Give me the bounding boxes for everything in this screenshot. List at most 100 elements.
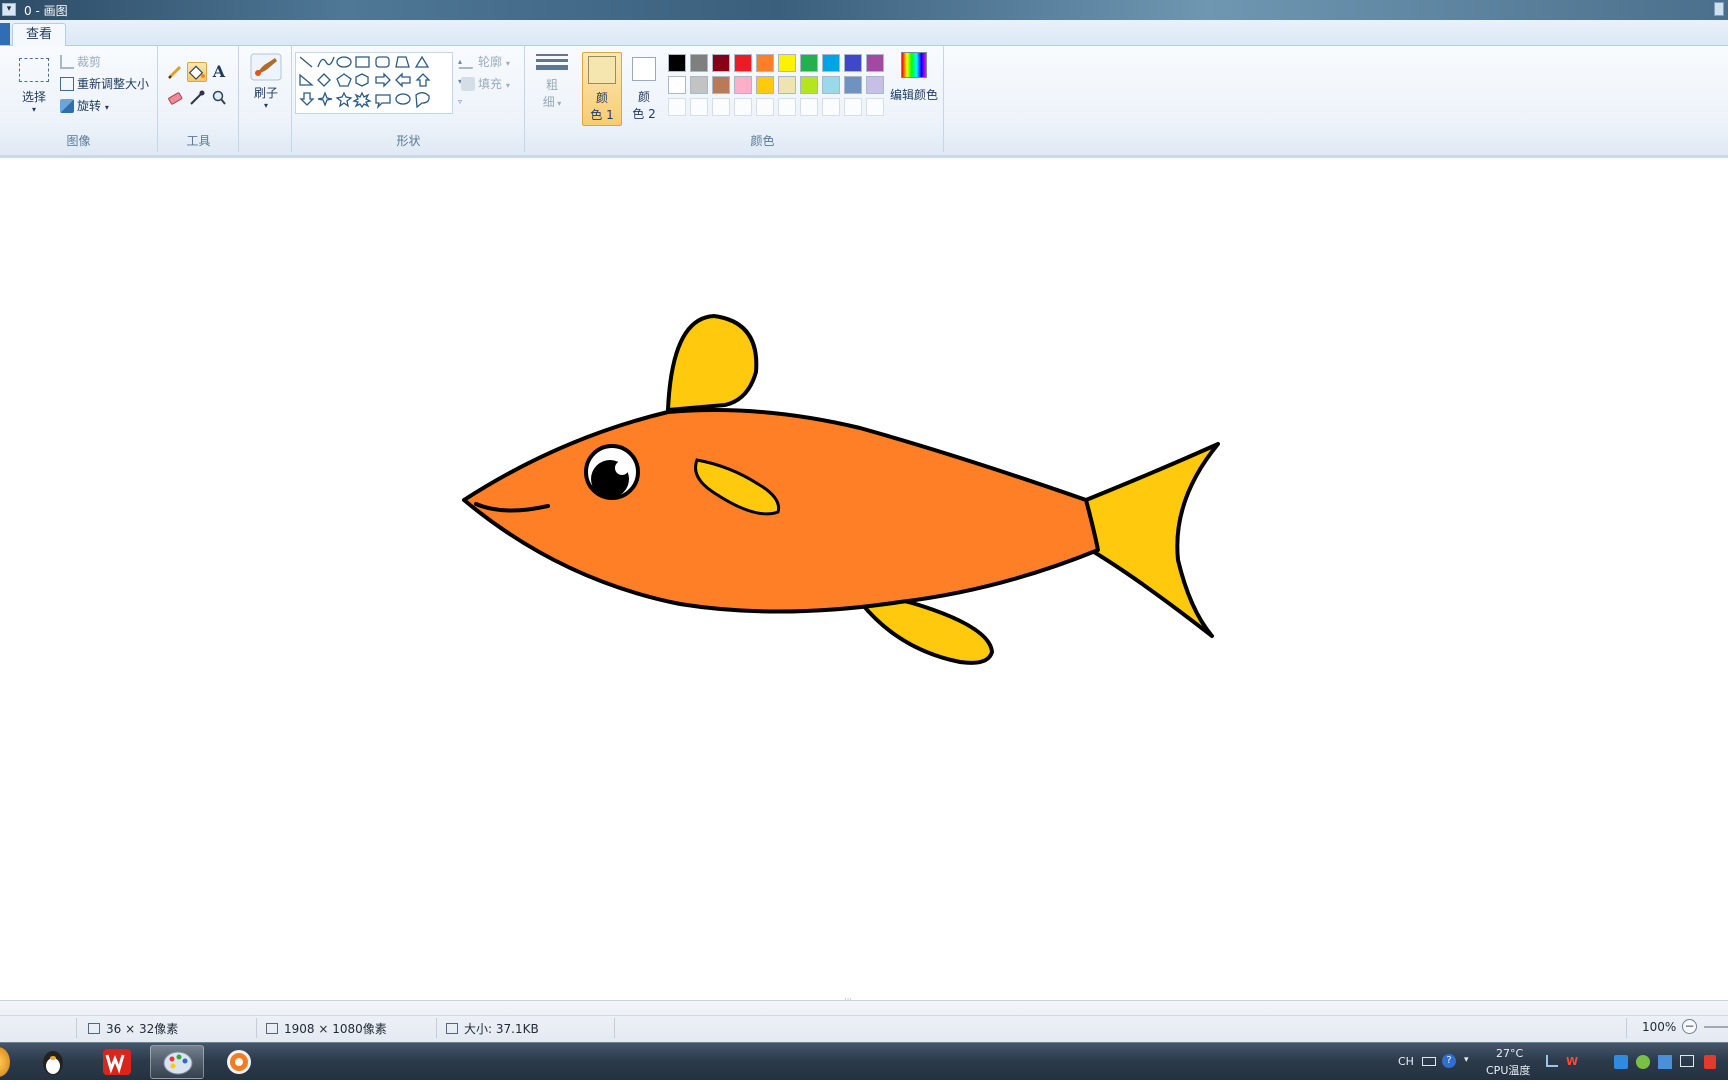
crop-button[interactable]: 裁剪: [60, 52, 101, 72]
text-icon: A: [212, 62, 226, 81]
tray-app-icon[interactable]: [1614, 1055, 1628, 1069]
palette-custom-slot[interactable]: [778, 98, 796, 116]
palette-color-swatch[interactable]: [822, 76, 840, 94]
taskbar-app-wps[interactable]: [90, 1045, 144, 1079]
magnifier-tool[interactable]: [209, 88, 229, 108]
resize-button[interactable]: 重新调整大小: [60, 74, 149, 94]
tray-expand-icon[interactable]: ▾: [1464, 1055, 1469, 1065]
shapes-gallery: [295, 52, 453, 114]
colors-group-label: 颜色: [750, 134, 775, 148]
outline-icon: [458, 55, 478, 69]
edit-colors-button[interactable]: 编辑颜色: [888, 52, 940, 126]
palette-color-swatch[interactable]: [778, 54, 796, 72]
select-icon: [19, 58, 49, 82]
color-spectrum-icon: [901, 52, 927, 78]
outline-label: 轮廓: [478, 55, 503, 69]
edit-colors-label: 编辑颜色: [889, 88, 938, 102]
canvas-size-icon: [266, 1023, 278, 1034]
wps-icon: [103, 1049, 131, 1075]
cursor-position-readout: 36 × 32像素: [88, 1020, 178, 1037]
paintbrush-icon: [250, 53, 282, 81]
taskbar-app-qq[interactable]: [26, 1045, 80, 1079]
image-group: 选择 ▾ 裁剪 重新调整大小 旋转 ▾ 图像: [0, 46, 158, 152]
palette-custom-slot[interactable]: [712, 98, 730, 116]
palette-custom-slot[interactable]: [756, 98, 774, 116]
tray-app-icon[interactable]: [1636, 1055, 1650, 1069]
system-menu-button[interactable]: ▾: [2, 3, 16, 16]
palette-color-swatch[interactable]: [800, 76, 818, 94]
color2-button[interactable]: 颜 色 2: [624, 52, 664, 126]
palette-color-swatch[interactable]: [844, 76, 862, 94]
palette-custom-slot[interactable]: [822, 98, 840, 116]
window-title: 0 - 画图: [24, 4, 68, 18]
input-language[interactable]: CH: [1398, 1055, 1414, 1068]
palette-color-swatch[interactable]: [734, 54, 752, 72]
file-size-readout: 大小: 37.1KB: [446, 1020, 539, 1037]
palette-color-swatch[interactable]: [690, 76, 708, 94]
palette-color-swatch[interactable]: [668, 54, 686, 72]
palette-color-swatch[interactable]: [844, 54, 862, 72]
outline-button[interactable]: 轮廓 ▾: [458, 52, 510, 72]
palette-custom-slot[interactable]: [800, 98, 818, 116]
palette-color-swatch[interactable]: [866, 76, 884, 94]
crop-label: 裁剪: [77, 55, 102, 69]
palette-color-swatch[interactable]: [712, 54, 730, 72]
palette-color-swatch[interactable]: [668, 76, 686, 94]
rotate-label: 旋转: [77, 99, 102, 113]
fish-eye-highlight: [615, 461, 629, 475]
status-separator: [76, 1018, 77, 1038]
fill-button[interactable]: 填充 ▾: [461, 74, 510, 94]
eraser-tool[interactable]: [165, 88, 185, 108]
palette-custom-slot[interactable]: [844, 98, 862, 116]
keyboard-icon[interactable]: [1422, 1057, 1436, 1066]
tray-app-icon[interactable]: [1680, 1055, 1694, 1067]
drawing-canvas[interactable]: [0, 161, 1728, 997]
volume-icon[interactable]: [1704, 1055, 1716, 1069]
palette-color-swatch[interactable]: [800, 54, 818, 72]
palette-color-swatch[interactable]: [712, 76, 730, 94]
tray-app-icon[interactable]: [1658, 1055, 1672, 1069]
chevron-down-icon: ▾: [31, 105, 36, 114]
fill-tool[interactable]: [187, 62, 207, 82]
taskbar-app-paint[interactable]: [150, 1045, 204, 1079]
palette-color-swatch[interactable]: [690, 54, 708, 72]
taskbar: CH ? ▾ 27°C CPU温度 W: [0, 1042, 1728, 1080]
color2-label-line1: 颜: [637, 90, 650, 104]
file-menu-button[interactable]: [0, 23, 10, 45]
palette-color-swatch[interactable]: [866, 54, 884, 72]
help-icon[interactable]: ?: [1442, 1054, 1456, 1068]
temperature-readout: 27°C: [1496, 1047, 1524, 1060]
brushes-button[interactable]: 刷子 ▾: [246, 52, 286, 122]
taskbar-app-browser[interactable]: [212, 1045, 266, 1079]
pencil-tool[interactable]: [165, 62, 185, 82]
palette-custom-slot[interactable]: [866, 98, 884, 116]
chevron-down-icon: ▾: [104, 103, 109, 112]
palette-color-swatch[interactable]: [734, 76, 752, 94]
network-icon[interactable]: [1546, 1055, 1558, 1067]
wps-tray-icon[interactable]: W: [1566, 1055, 1578, 1068]
zoom-out-button[interactable]: −: [1682, 1019, 1697, 1034]
ribbon: 选择 ▾ 裁剪 重新调整大小 旋转 ▾ 图像 A 工具 刷子 ▾ ▴ ▾ ▿ 轮…: [0, 46, 1728, 158]
color1-button[interactable]: 颜 色 1: [582, 52, 622, 126]
color2-label-line2: 色 2: [632, 107, 656, 121]
palette-custom-slot[interactable]: [734, 98, 752, 116]
palette-color-swatch[interactable]: [822, 54, 840, 72]
color-picker-tool[interactable]: [187, 88, 207, 108]
select-button[interactable]: 选择 ▾: [14, 54, 54, 126]
palette-color-swatch[interactable]: [756, 76, 774, 94]
tab-view[interactable]: 查看: [12, 23, 66, 47]
rotate-button[interactable]: 旋转 ▾: [60, 96, 109, 116]
zoom-slider[interactable]: [1704, 1026, 1728, 1028]
window-control-button[interactable]: [1714, 2, 1724, 16]
text-tool[interactable]: A: [209, 62, 229, 82]
size-button[interactable]: 粗 细 ▾: [532, 52, 572, 122]
palette-custom-slot[interactable]: [690, 98, 708, 116]
palette-color-swatch[interactable]: [756, 54, 774, 72]
brushes-label: 刷子: [253, 86, 278, 100]
palette-color-swatch[interactable]: [778, 76, 796, 94]
save-disk-icon: [446, 1023, 458, 1034]
start-button[interactable]: [0, 1047, 10, 1077]
chevron-down-icon: ▾: [505, 59, 510, 68]
palette-custom-slot[interactable]: [668, 98, 686, 116]
rotate-icon: [60, 99, 74, 113]
